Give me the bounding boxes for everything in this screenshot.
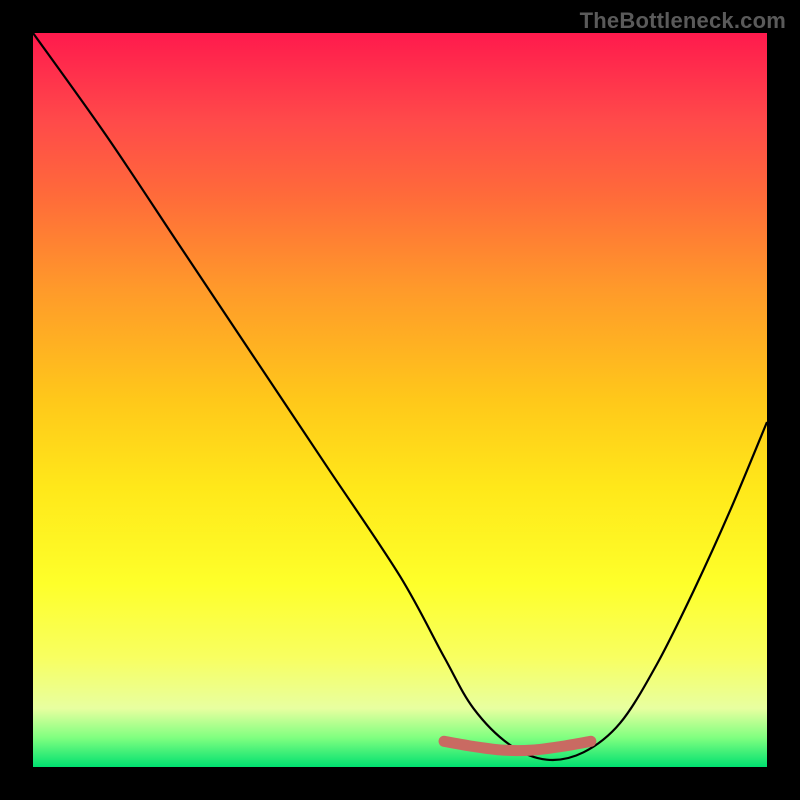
chart-frame: TheBottleneck.com xyxy=(0,0,800,800)
optimal-highlight xyxy=(444,741,591,750)
plot-area xyxy=(33,33,767,767)
watermark-label: TheBottleneck.com xyxy=(580,8,786,34)
curve-overlay xyxy=(33,33,767,767)
bottleneck-curve xyxy=(33,33,767,760)
